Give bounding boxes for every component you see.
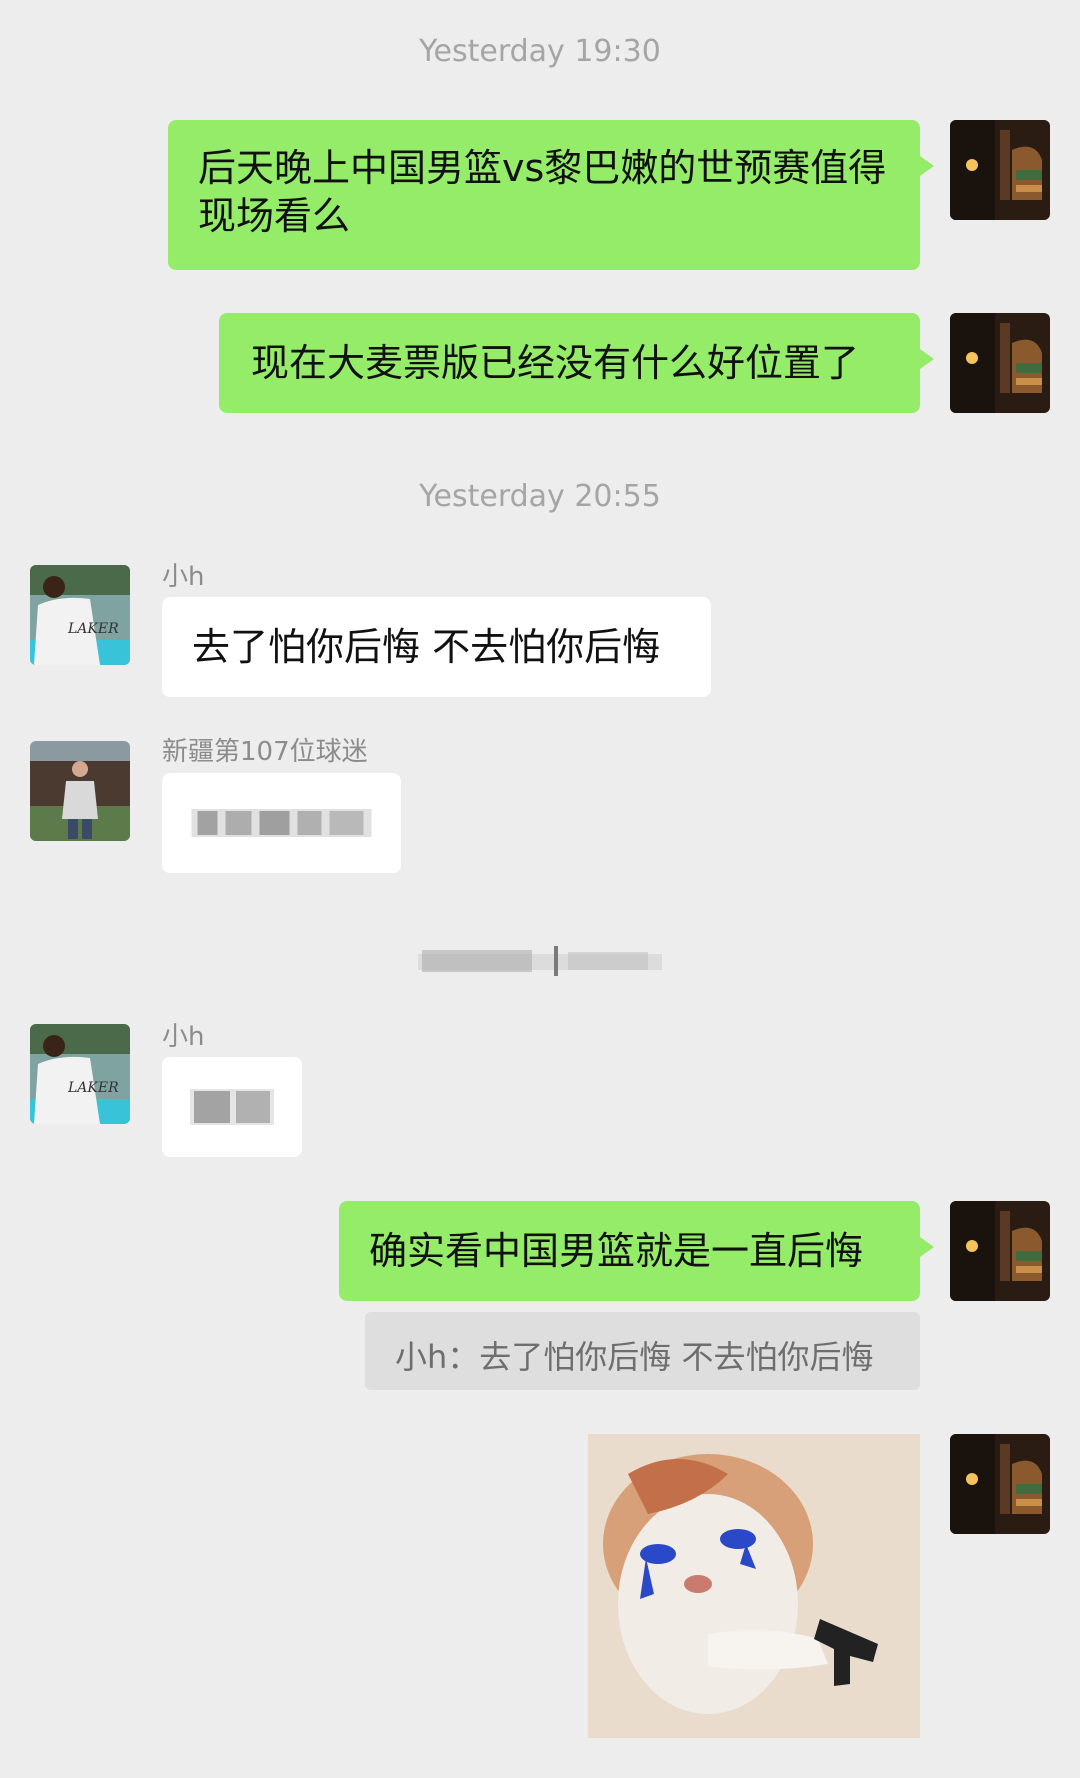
quoted-message-text: 小h：去了怕你后悔 不去怕你后悔 bbox=[395, 1338, 874, 1376]
crying-cat-with-gun-sticker bbox=[588, 1434, 920, 1738]
redacted-system-message bbox=[418, 946, 662, 976]
my-avatar-1[interactable] bbox=[950, 120, 1050, 220]
lakers-shirt-avatar-icon: LAKER bbox=[30, 1024, 130, 1124]
my-avatar-2[interactable] bbox=[950, 313, 1050, 413]
dark-room-avatar-icon bbox=[950, 313, 1050, 413]
redacted-text-blur bbox=[191, 809, 372, 837]
h-avatar-2[interactable]: LAKER bbox=[30, 1024, 130, 1124]
my-avatar-3[interactable] bbox=[950, 1201, 1050, 1301]
my-message-text-1: 后天晚上中国男篮vs黎巴嫩的世预赛值得现场看么 bbox=[198, 146, 887, 238]
my-message-text-2: 现在大麦票版已经没有什么好位置了 bbox=[251, 341, 860, 385]
xj-avatar[interactable] bbox=[30, 741, 130, 841]
dark-room-avatar-icon bbox=[950, 120, 1050, 220]
standing-person-avatar-icon bbox=[30, 741, 130, 841]
dark-room-avatar-icon bbox=[950, 1201, 1050, 1301]
sender-name-xj: 新疆第107位球迷 bbox=[162, 737, 368, 767]
lakers-shirt-avatar-icon: LAKER bbox=[30, 565, 130, 665]
timestamp-2055: Yesterday 20:55 bbox=[419, 479, 661, 514]
svg-text:LAKER: LAKER bbox=[67, 621, 119, 637]
svg-text:LAKER: LAKER bbox=[67, 1080, 119, 1096]
my-message-text-6: 确实看中国男篮就是一直后悔 bbox=[369, 1229, 864, 1273]
my-avatar-4[interactable] bbox=[950, 1434, 1050, 1534]
other-message-bubble-3[interactable]: 去了怕你后悔 不去怕你后悔 bbox=[162, 597, 711, 697]
other-message-text-3: 去了怕你后悔 不去怕你后悔 bbox=[192, 625, 661, 669]
crying-cat-sticker[interactable] bbox=[588, 1434, 920, 1738]
other-message-bubble-5-redacted[interactable] bbox=[162, 1057, 302, 1157]
my-message-bubble-2[interactable]: 现在大麦票版已经没有什么好位置了 bbox=[219, 313, 934, 413]
my-message-bubble-1[interactable]: 后天晚上中国男篮vs黎巴嫩的世预赛值得现场看么 bbox=[168, 120, 934, 270]
other-message-bubble-4-redacted[interactable] bbox=[162, 773, 401, 873]
sender-name-h-2: 小h bbox=[162, 1022, 205, 1052]
my-message-bubble-6[interactable]: 确实看中国男篮就是一直后悔 bbox=[339, 1201, 934, 1301]
timestamp-1930: Yesterday 19:30 bbox=[419, 34, 661, 69]
quoted-message[interactable]: 小h：去了怕你后悔 不去怕你后悔 bbox=[365, 1312, 920, 1390]
sender-name-h-1: 小h bbox=[162, 562, 205, 592]
redacted-text-blur bbox=[190, 1089, 274, 1125]
dark-room-avatar-icon bbox=[950, 1434, 1050, 1534]
h-avatar-1[interactable]: LAKER bbox=[30, 565, 130, 665]
